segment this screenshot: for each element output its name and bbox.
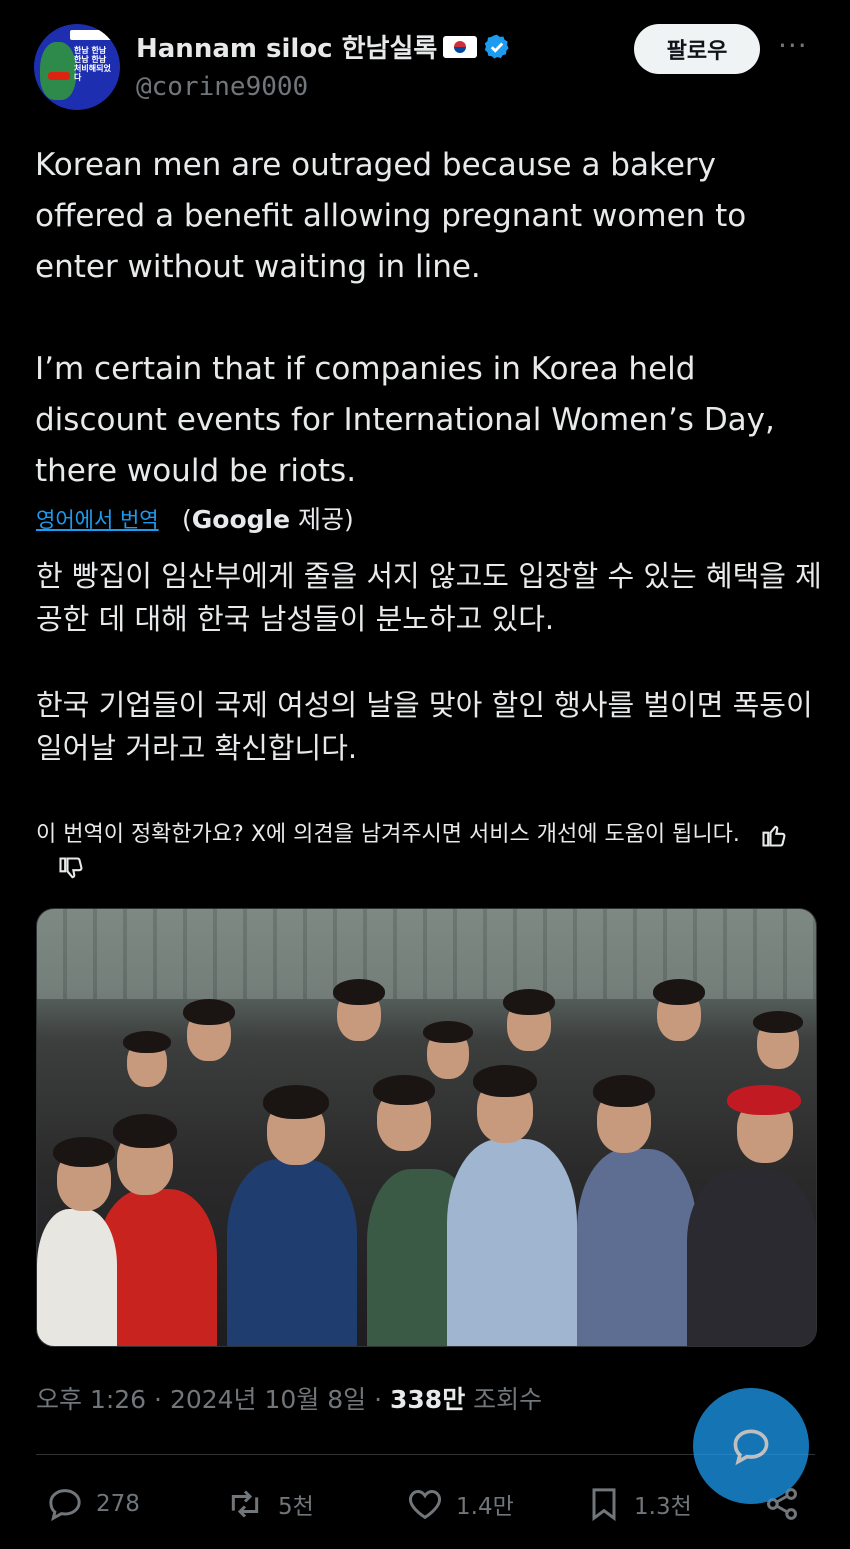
- like-count: 1.4만: [456, 1494, 514, 1520]
- like-button[interactable]: 1.4만: [404, 1484, 514, 1524]
- post-text: Korean men are outraged because a bakery…: [35, 140, 825, 497]
- author-handle[interactable]: @corine9000: [136, 72, 308, 102]
- thumbs-up-icon[interactable]: [759, 821, 789, 849]
- translated-from-link[interactable]: 영어에서 번역: [36, 504, 159, 534]
- author-avatar[interactable]: 한남 한남 한남 한남 처비해되었다: [34, 24, 120, 110]
- repost-icon: [231, 1490, 259, 1518]
- translated-paragraph-1: 한 빵집이 임산부에게 줄을 서지 않고도 입장할 수 있는 혜택을 제공한 데…: [36, 559, 822, 636]
- translation-feedback: 이 번역이 정확한가요? X에 의견을 남겨주시면 서비스 개선에 도움이 됩니…: [36, 818, 826, 886]
- google-label: Google: [191, 505, 291, 534]
- reply-count: 278: [96, 1491, 140, 1517]
- follow-button[interactable]: 팔로우: [634, 24, 760, 74]
- post-paragraph-2: I’m certain that if companies in Korea h…: [35, 351, 775, 489]
- compose-reply-icon: [733, 1429, 769, 1466]
- flag-korea-icon: [443, 35, 478, 58]
- author-display-name[interactable]: Hannam siloc 한남실록: [136, 28, 437, 65]
- avatar-text: 한남 한남 한남 한남 처비해되었다: [74, 46, 111, 82]
- post-date[interactable]: 2024년 10월 8일: [170, 1385, 366, 1414]
- like-icon: [408, 1489, 442, 1520]
- views-count: 338만: [390, 1385, 466, 1414]
- post-image[interactable]: [36, 908, 817, 1347]
- more-icon[interactable]: ···: [778, 32, 814, 60]
- compose-reply-button[interactable]: [693, 1388, 809, 1504]
- views-label: 조회수: [465, 1385, 543, 1414]
- post-meta: 오후 1:26 · 2024년 10월 8일 · 338만 조회수: [36, 1385, 543, 1414]
- bookmark-count: 1.3천: [634, 1494, 692, 1520]
- repost-button[interactable]: 5천: [222, 1484, 314, 1524]
- reply-icon: [49, 1489, 81, 1522]
- bookmark-icon: [592, 1488, 616, 1522]
- author-name-row[interactable]: Hannam siloc 한남실록: [136, 28, 511, 65]
- post-time[interactable]: 오후 1:26: [36, 1385, 146, 1414]
- translation-provider: (Google 제공): [182, 505, 354, 534]
- thumbs-down-icon[interactable]: [56, 855, 86, 883]
- bookmark-button[interactable]: 1.3천: [584, 1484, 692, 1524]
- feedback-text: 이 번역이 정확한가요? X에 의견을 남겨주시면 서비스 개선에 도움이 됩니…: [36, 822, 740, 847]
- repost-count: 5천: [278, 1494, 314, 1520]
- verified-badge-icon: [485, 34, 509, 59]
- reply-button[interactable]: 278: [44, 1484, 140, 1524]
- translated-text: 한 빵집이 임산부에게 줄을 서지 않고도 입장할 수 있는 혜택을 제공한 데…: [36, 555, 826, 770]
- translated-paragraph-2: 한국 기업들이 국제 여성의 날을 맞아 할인 행사를 벌이면 폭동이 일어날 …: [36, 688, 813, 765]
- post-paragraph-1: Korean men are outraged because a bakery…: [35, 147, 747, 285]
